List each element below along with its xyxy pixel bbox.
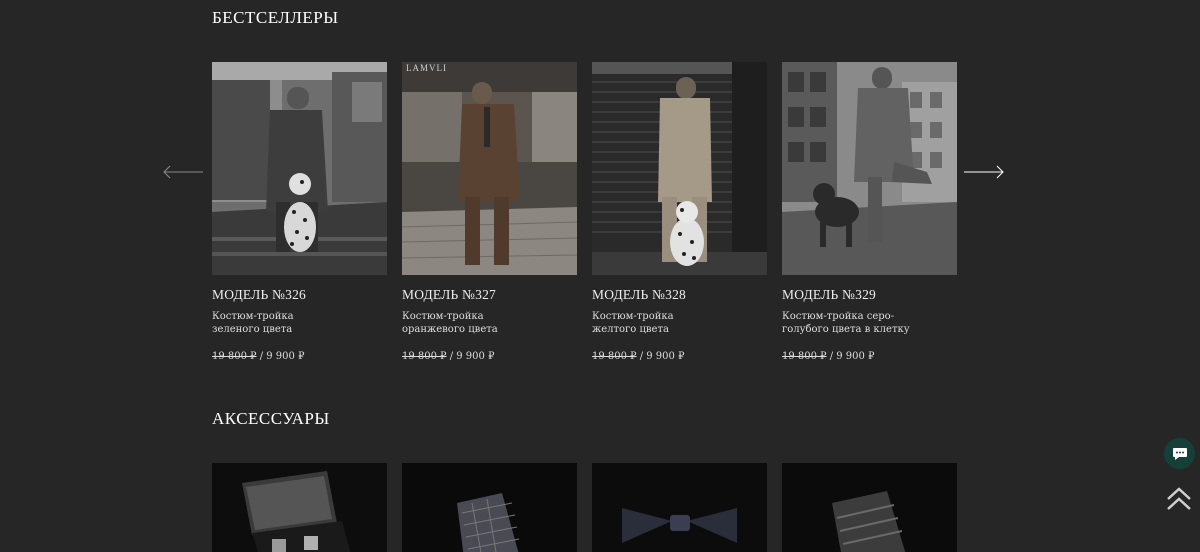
product-price: 19 800 ₽ / 9 900 ₽ (782, 351, 874, 362)
product-card[interactable]: МОДЕЛЬ №328 Костюм-тройка желтого цвета … (592, 62, 767, 362)
accessories-title: АКСЕССУАРЫ (212, 409, 330, 428)
old-price: 19 800 ₽ (592, 351, 637, 362)
product-model[interactable]: МОДЕЛЬ №329 (782, 287, 957, 303)
product-photo[interactable] (592, 62, 767, 275)
accessory-card[interactable] (782, 463, 957, 552)
product-price: 19 800 ₽ / 9 900 ₽ (212, 351, 304, 362)
product-photo[interactable] (782, 62, 957, 275)
price-separator: / (256, 351, 267, 362)
chat-button[interactable] (1164, 438, 1195, 469)
product-model[interactable]: МОДЕЛЬ №326 (212, 287, 387, 303)
product-description: Костюм-тройка желтого цвета (592, 311, 674, 335)
photo-sign: LAMVLI (406, 63, 447, 73)
product-photo[interactable]: LAMVLI (402, 62, 577, 275)
product-card[interactable]: LAMVLI МОДЕЛЬ №327 Костюм-тройка оранжев… (402, 62, 577, 362)
product-model[interactable]: МОДЕЛЬ №327 (402, 287, 577, 303)
product-card[interactable]: МОДЕЛЬ №326 Костюм-тройка зеленого цвета… (212, 62, 387, 362)
new-price: 9 900 ₽ (646, 351, 685, 362)
new-price: 9 900 ₽ (266, 351, 305, 362)
product-price: 19 800 ₽ / 9 900 ₽ (402, 351, 494, 362)
bestsellers-carousel: МОДЕЛЬ №326 Костюм-тройка зеленого цвета… (212, 62, 957, 372)
product-photo[interactable] (212, 62, 387, 275)
product-card[interactable]: МОДЕЛЬ №329 Костюм-тройка серо-голубого … (782, 62, 957, 362)
accessory-photo[interactable] (402, 463, 577, 552)
accessory-card[interactable] (592, 463, 767, 552)
accessories-grid (212, 463, 957, 552)
bestsellers-title: БЕСТСЕЛЛЕРЫ (212, 8, 339, 27)
scroll-up-button[interactable] (1165, 486, 1193, 512)
price-separator: / (446, 351, 457, 362)
old-price: 19 800 ₽ (782, 351, 827, 362)
product-description: Костюм-тройка серо-голубого цвета в клет… (782, 311, 910, 335)
accessory-photo[interactable] (212, 463, 387, 552)
price-separator: / (826, 351, 837, 362)
arrow-left-icon[interactable] (162, 164, 204, 180)
product-description: Костюм-тройка оранжевого цвета (402, 311, 498, 335)
double-chevron-up-icon (1167, 487, 1191, 510)
accessory-photo[interactable] (592, 463, 767, 552)
product-description: Костюм-тройка зеленого цвета (212, 311, 294, 335)
arrow-right-icon[interactable] (963, 164, 1005, 180)
accessory-photo[interactable] (782, 463, 957, 552)
old-price: 19 800 ₽ (212, 351, 257, 362)
price-separator: / (636, 351, 647, 362)
product-model[interactable]: МОДЕЛЬ №328 (592, 287, 767, 303)
new-price: 9 900 ₽ (456, 351, 495, 362)
accessory-card[interactable] (212, 463, 387, 552)
accessory-card[interactable] (402, 463, 577, 552)
old-price: 19 800 ₽ (402, 351, 447, 362)
new-price: 9 900 ₽ (836, 351, 875, 362)
chat-bubble-icon (1172, 447, 1187, 460)
product-price: 19 800 ₽ / 9 900 ₽ (592, 351, 684, 362)
